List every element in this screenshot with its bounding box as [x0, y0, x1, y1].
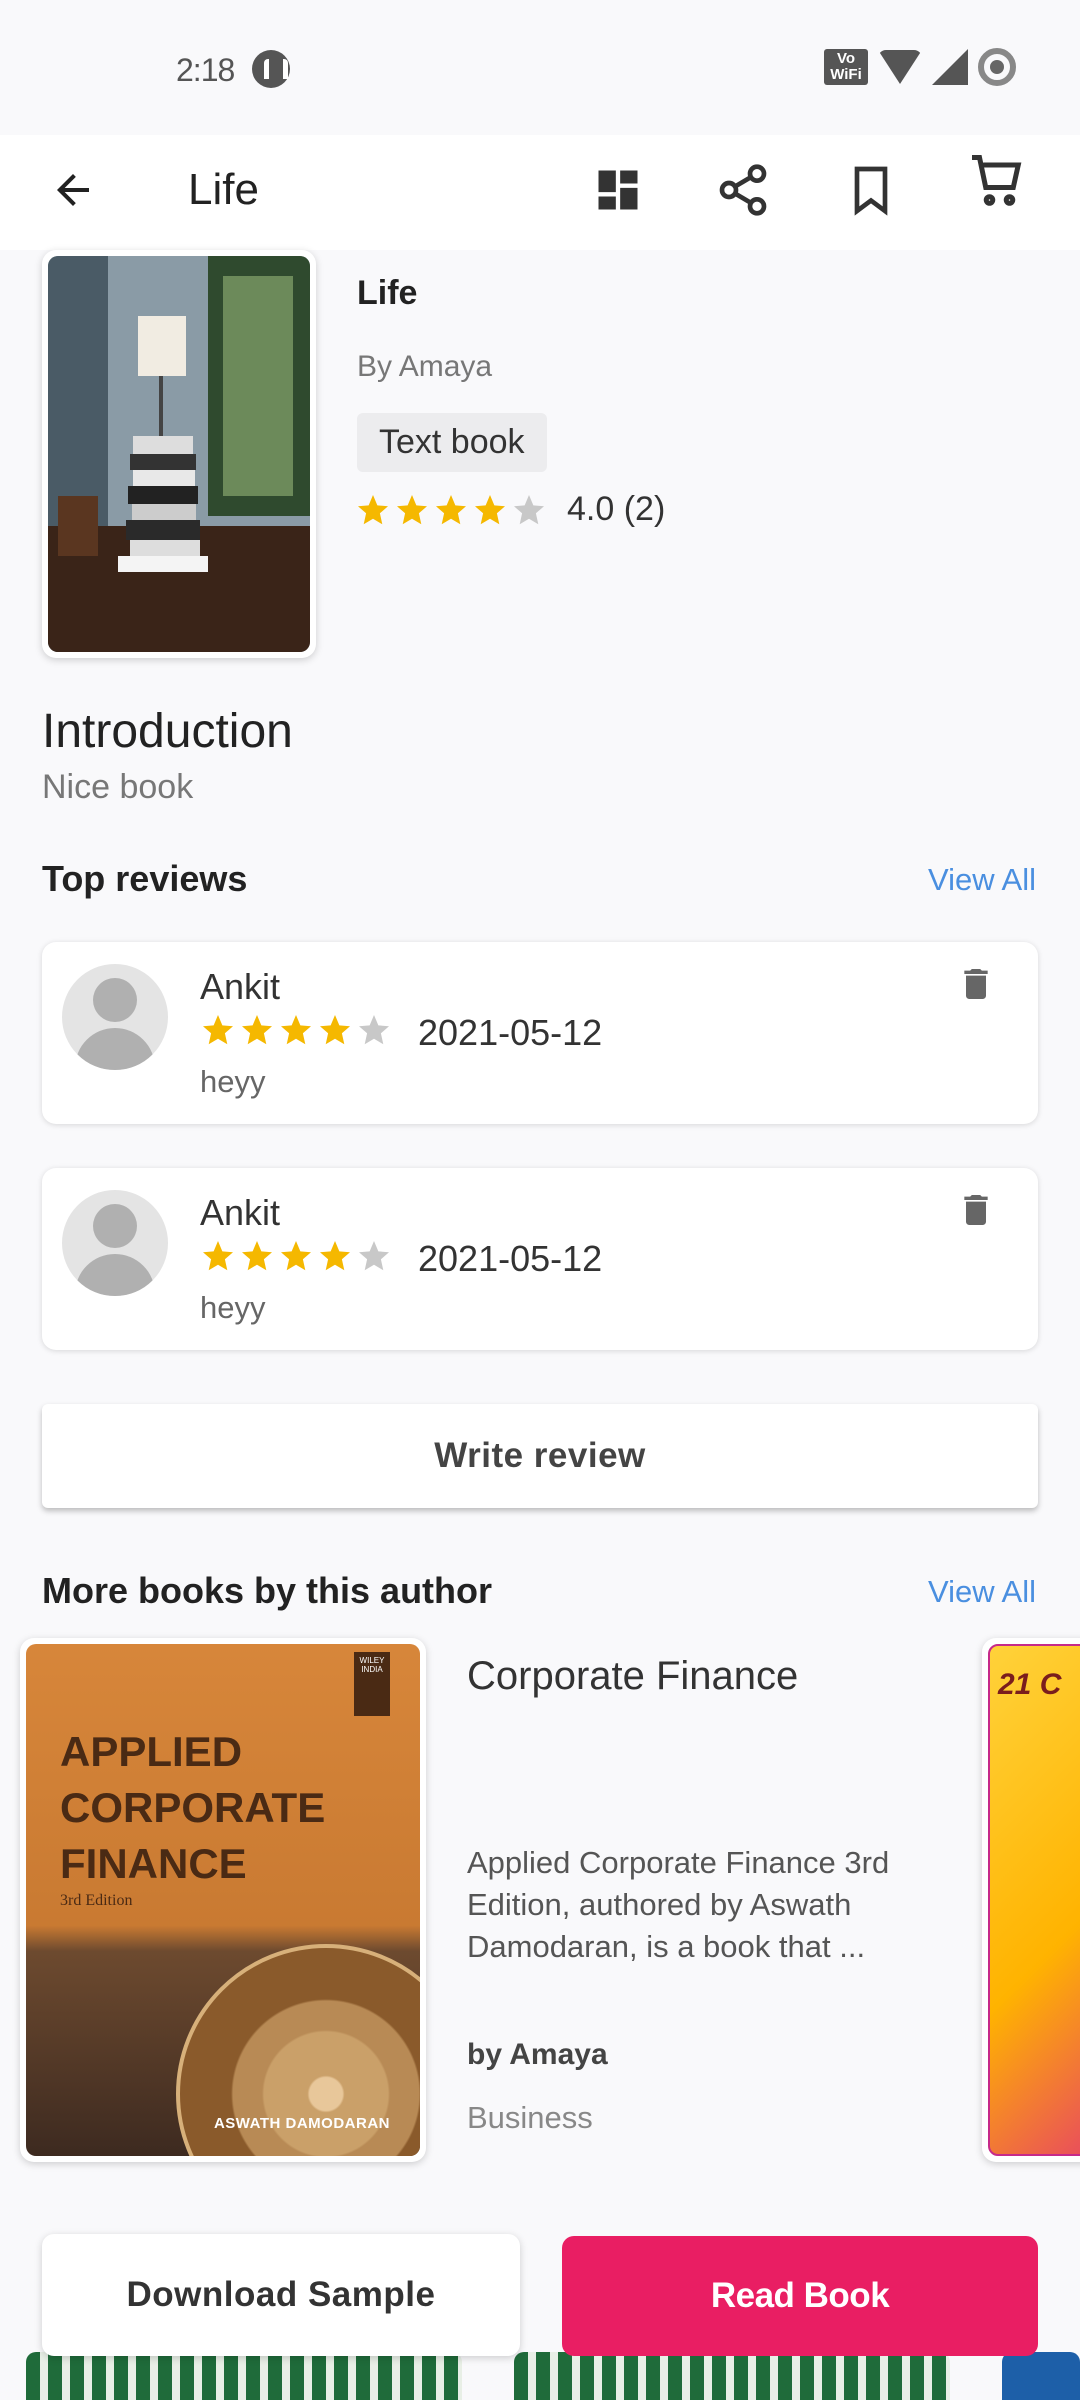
star-empty-icon	[359, 1015, 389, 1045]
dashboard-button[interactable]	[573, 145, 663, 235]
star-filled-icon	[436, 494, 466, 524]
star-filled-icon	[320, 1241, 350, 1271]
more-book-category: Business	[467, 2100, 593, 2135]
star-filled-icon	[320, 1015, 350, 1045]
more-book-title[interactable]: Corporate Finance	[467, 1654, 798, 1699]
star-filled-icon	[203, 1015, 233, 1045]
review-card: Ankit 2021-05-12 heyy	[42, 942, 1038, 1124]
more-book-author: by Amaya	[467, 2038, 608, 2071]
review-text: heyy	[200, 1290, 266, 1325]
book-title: Life	[357, 274, 418, 312]
book-author[interactable]: By Amaya	[357, 350, 492, 384]
star-empty-icon	[359, 1241, 389, 1271]
cover-author: ASWATH DAMODARAN	[213, 2115, 390, 2132]
dashboard-icon	[598, 170, 638, 210]
next-cover-text: 21 C	[998, 1668, 1062, 1701]
book-cover-image	[48, 256, 310, 652]
peek-item	[26, 2352, 462, 2400]
delete-review-button[interactable]	[956, 962, 996, 1006]
corporate-finance-cover-image: WILEY INDIA APPLIED CORPORATE FINANCE 3r…	[26, 1644, 420, 2156]
bookmark-icon	[854, 166, 888, 216]
more-books-heading: More books by this author	[42, 1570, 493, 1611]
vowifi-icon: Vo WiFi	[824, 49, 868, 85]
star-filled-icon	[203, 1241, 233, 1271]
more-book-description: Applied Corporate Finance 3rd Edition, a…	[467, 1845, 890, 1964]
write-review-button[interactable]: Write review	[42, 1404, 1038, 1508]
bookmark-button[interactable]	[826, 145, 916, 235]
rating-text: 4.0 (2)	[567, 490, 666, 528]
star-filled-icon	[281, 1241, 311, 1271]
book-cover[interactable]	[42, 250, 316, 658]
status-icons: Vo WiFi	[824, 48, 1016, 86]
star-filled-icon	[242, 1015, 272, 1045]
review-text: heyy	[200, 1064, 266, 1099]
peek-item	[514, 2352, 950, 2400]
status-bar: 2:18 Vo WiFi	[0, 0, 1080, 135]
star-empty-icon	[514, 494, 544, 524]
arrow-left-icon	[57, 174, 89, 206]
trash-icon	[964, 969, 988, 999]
peek-item	[1002, 2352, 1080, 2400]
share-icon	[719, 164, 767, 216]
read-book-button[interactable]: Read Book	[562, 2236, 1038, 2356]
download-sample-button[interactable]: Download Sample	[42, 2234, 520, 2356]
star-filled-icon	[358, 494, 388, 524]
page-title: Life	[188, 165, 259, 214]
review-card: Ankit 2021-05-12 heyy	[42, 1168, 1038, 1350]
wifi-icon	[878, 50, 922, 84]
introduction-text: Nice book	[42, 768, 194, 806]
book-rating: 4.0 (2)	[355, 490, 665, 529]
star-filled-icon	[281, 1015, 311, 1045]
reviews-view-all-link[interactable]: View All	[928, 862, 1036, 898]
delete-review-button[interactable]	[956, 1188, 996, 1232]
trash-icon	[964, 1195, 988, 1225]
avatar	[62, 1190, 168, 1296]
review-date: 2021-05-12	[418, 1012, 603, 1053]
publisher-logo: WILEY INDIA	[354, 1652, 390, 1716]
cover-edition: 3rd Edition	[60, 1892, 133, 1909]
reviewer-name: Ankit	[200, 1192, 281, 1233]
app-bar: Life	[0, 135, 1080, 250]
status-time: 2:18	[176, 52, 235, 88]
star-filled-icon	[475, 494, 505, 524]
back-button[interactable]	[28, 145, 118, 235]
cover-title: APPLIED CORPORATE FINANCE	[60, 1728, 326, 1887]
star-filled-icon	[397, 494, 427, 524]
review-stars	[200, 1238, 392, 1274]
sync-icon	[978, 48, 1016, 86]
more-books-view-all-link[interactable]: View All	[928, 1574, 1036, 1610]
review-date: 2021-05-12	[418, 1238, 603, 1279]
introduction-heading: Introduction	[42, 705, 293, 758]
cart-button[interactable]	[952, 135, 1042, 225]
more-book-cover[interactable]: WILEY INDIA APPLIED CORPORATE FINANCE 3r…	[20, 1638, 426, 2162]
review-stars	[200, 1012, 392, 1048]
star-filled-icon	[242, 1241, 272, 1271]
next-book-cover[interactable]: 21 C	[982, 1638, 1080, 2162]
cellular-signal-icon	[932, 49, 968, 85]
book-type-chip: Text book	[357, 413, 547, 472]
avatar	[62, 964, 168, 1070]
rating-stars	[355, 492, 547, 528]
cart-icon	[972, 155, 1022, 206]
top-reviews-heading: Top reviews	[42, 858, 248, 899]
share-button[interactable]	[698, 145, 788, 235]
reviewer-name: Ankit	[200, 966, 281, 1007]
notification-icon	[252, 50, 290, 88]
